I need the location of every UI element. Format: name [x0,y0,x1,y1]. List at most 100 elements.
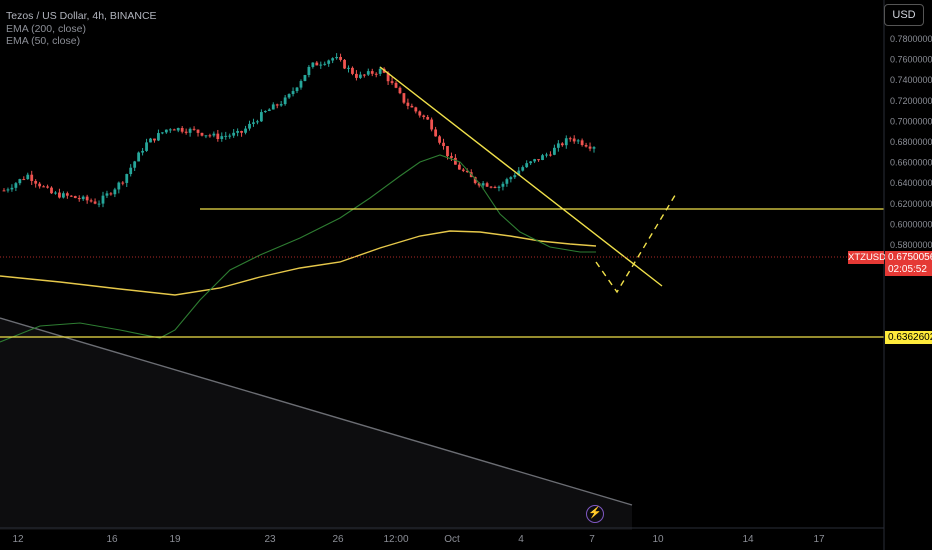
candle-body [331,58,335,61]
candle-body [303,75,307,82]
candle-body [137,152,141,162]
candle-body [592,147,596,149]
price-chart[interactable]: 0.78000000 0.76000000 0.74000000 0.72000000… [0,0,932,550]
candle-body [513,175,517,178]
candle-body [481,183,485,186]
ema-50-legend[interactable]: EMA (50, close) [6,35,157,48]
candle-body [576,140,580,142]
time-tick-label: 12:00 [383,534,408,545]
candle-body [61,193,65,198]
candle-body [335,56,339,59]
candle-body [366,71,370,75]
candle-body [200,132,204,136]
candle-body [22,179,26,181]
candle-body [434,129,438,137]
candle-body [157,133,160,141]
candle-body [58,192,61,198]
candle-body [398,87,402,94]
candle-body [275,104,279,106]
projection-path[interactable] [595,191,678,294]
currency-button[interactable]: USD [884,4,924,26]
candle-body [311,62,315,67]
candle-body [414,107,418,112]
candle-body [6,189,10,191]
shaded-channel-area [0,318,632,530]
time-tick-label: 12 [12,534,24,545]
candle-body [10,187,14,190]
price-tick-label: 0.68000000 [890,137,932,147]
candle-body [81,196,85,200]
candle-body [307,66,311,76]
candle-body [18,179,22,184]
candle-body [153,138,156,141]
price-tick-label: 0.72000000 [890,96,932,106]
candle-body [549,154,552,156]
time-axis: 12 16 19 23 26 12:00 Oct 4 7 10 14 17 [12,534,825,545]
candle-body [529,161,533,164]
candle-body [327,60,331,64]
candle-body [509,177,513,180]
price-tick-label: 0.70000000 [890,116,932,126]
time-tick-label: 4 [518,534,524,545]
candle-body [248,123,251,129]
candle-body [192,128,196,130]
candle-body [208,135,212,137]
candle-body [323,63,327,65]
candle-body [263,111,267,113]
candle-body [101,195,105,204]
candle-body [430,119,434,130]
candle-body [180,127,184,132]
candle-body [129,167,133,175]
price-tick-label: 0.66000000 [890,158,932,168]
candle-body [133,161,137,168]
candle-body [358,74,362,78]
candle-body [315,62,319,66]
candle-body [38,183,42,187]
lightning-icon[interactable]: ⚡ [586,505,604,523]
candle-body [73,196,77,199]
candle-body [271,104,275,110]
time-tick-label: 17 [813,534,825,545]
descending-trendline[interactable] [379,66,663,287]
candle-body [461,169,465,171]
candle-body [89,200,93,202]
candle-body [172,129,176,131]
price-tick-label: 0.62000000 [890,199,932,209]
candle-body [97,203,101,205]
candle-body [69,195,73,197]
candle-body [347,67,350,69]
price-axis: 0.78000000 0.76000000 0.74000000 0.72000000… [890,34,932,271]
candle-body [184,131,188,133]
candle-body [580,140,584,146]
candle-body [164,129,168,133]
symbol-title[interactable]: Tezos / US Dollar, 4h, BINANCE [6,10,157,23]
price-tick-label: 0.64000000 [890,178,932,188]
candle-body [291,91,295,95]
candle-body [521,167,525,171]
candle-body [438,136,441,143]
candle-body [489,186,493,188]
candle-body [42,186,45,188]
candle-body [339,56,342,60]
candle-body [541,155,544,161]
candle-body [556,143,560,148]
candle-body [485,183,489,187]
candle-body [236,131,240,133]
candle-body [240,131,243,133]
candle-body [446,146,449,157]
candle-body [244,128,247,133]
price-tick-label: 0.74000000 [890,75,932,85]
chart-legend: Tezos / US Dollar, 4h, BINANCE EMA (200,… [6,10,157,48]
candle-body [145,142,148,151]
candle-body [141,150,144,153]
candle-body [259,112,263,122]
ema-200-legend[interactable]: EMA (200, close) [6,23,157,36]
time-tick-label: 10 [652,534,664,545]
candle-body [113,189,117,195]
candle-body [362,74,366,76]
candle-body [283,97,287,105]
candle-body [525,163,529,168]
support-price-tag: 0.63626023 [885,331,932,344]
candle-body [588,146,592,149]
candle-body [65,193,69,196]
